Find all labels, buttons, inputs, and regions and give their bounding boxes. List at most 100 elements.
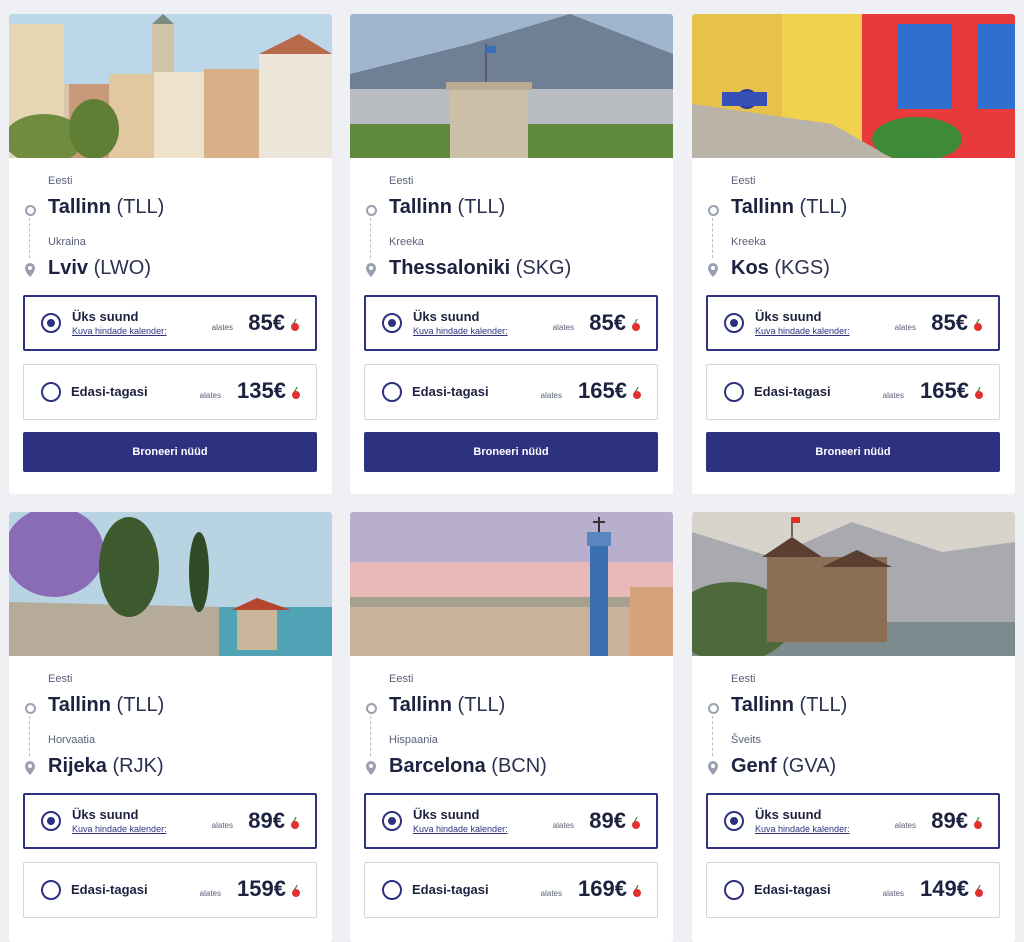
one-way-price: 85€ <box>589 310 626 335</box>
price-calendar-link[interactable]: Kuva hindade kalender: <box>72 326 167 336</box>
destination-country: Kreeka <box>731 236 766 248</box>
price-from-label: alates <box>894 323 916 332</box>
price-from-label: alates <box>211 821 233 830</box>
return-radio[interactable] <box>41 880 61 900</box>
destination-card-barcelona: Eesti Tallinn (TLL) Hispaania Barcelona … <box>350 512 673 942</box>
return-option[interactable]: Edasi-tagasi alates 165€ <box>364 364 658 420</box>
origin-code: (TLL) <box>457 694 506 716</box>
return-option[interactable]: Edasi-tagasi alates 169€ <box>364 862 658 918</box>
book-now-button[interactable]: Broneeri nüüd <box>706 432 1000 472</box>
one-way-option[interactable]: Üks suund Kuva hindade kalender: alates … <box>364 793 658 849</box>
book-now-button[interactable]: Broneeri nüüd <box>23 432 317 472</box>
destination-card-lviv: Eesti Tallinn (TLL) Ukraina Lviv (LWO) Ü… <box>9 14 332 494</box>
destination-country: Hispaania <box>389 734 438 746</box>
price-from-label: alates <box>540 391 562 400</box>
return-option[interactable]: Edasi-tagasi alates 135€ <box>23 364 317 420</box>
route-info: Eesti Tallinn (TLL) Ukraina Lviv (LWO) <box>9 158 332 296</box>
one-way-label: Üks suund <box>72 309 139 324</box>
price-calendar-link[interactable]: Kuva hindade kalender: <box>413 326 508 336</box>
route-info: Eesti Tallinn (TLL) Kreeka Thessaloniki … <box>350 158 673 296</box>
one-way-option[interactable]: Üks suund Kuva hindade kalender: alates … <box>364 295 658 351</box>
cherry-icon <box>291 817 299 829</box>
origin-country: Eesti <box>48 673 73 685</box>
price-calendar-link[interactable]: Kuva hindade kalender: <box>413 824 508 834</box>
cherry-icon <box>632 319 640 331</box>
origin-country: Eesti <box>389 673 414 685</box>
price-from-label: alates <box>882 889 904 898</box>
return-option[interactable]: Edasi-tagasi alates 149€ <box>706 862 1000 918</box>
origin-city-name: Tallinn <box>48 196 111 218</box>
return-price: 169€ <box>578 876 627 901</box>
destination-photo-barcelona <box>350 512 673 656</box>
destination-city: Genf (GVA) <box>731 755 836 778</box>
return-price: 165€ <box>920 378 969 403</box>
one-way-radio[interactable] <box>382 811 402 831</box>
origin-code: (TLL) <box>799 196 848 218</box>
destination-code: (SKG) <box>515 257 572 279</box>
destination-photo-thessaloniki <box>350 14 673 158</box>
origin-city: Tallinn (TLL) <box>389 196 505 219</box>
origin-city-name: Tallinn <box>48 694 111 716</box>
destination-card-thessaloniki: Eesti Tallinn (TLL) Kreeka Thessaloniki … <box>350 14 673 494</box>
return-radio[interactable] <box>724 880 744 900</box>
return-label: Edasi-tagasi <box>412 384 489 399</box>
one-way-radio[interactable] <box>41 811 61 831</box>
one-way-label: Üks suund <box>755 309 822 324</box>
location-pin-icon <box>366 263 376 277</box>
route-info: Eesti Tallinn (TLL) Hispaania Barcelona … <box>350 656 673 794</box>
one-way-radio[interactable] <box>382 313 402 333</box>
one-way-option[interactable]: Üks suund Kuva hindade kalender: alates … <box>23 295 317 351</box>
location-pin-icon <box>708 263 718 277</box>
return-radio[interactable] <box>724 382 744 402</box>
price-from-label: alates <box>211 323 233 332</box>
cherry-icon <box>975 885 983 897</box>
one-way-option[interactable]: Üks suund Kuva hindade kalender: alates … <box>23 793 317 849</box>
price-from-label: alates <box>199 391 221 400</box>
one-way-option[interactable]: Üks suund Kuva hindade kalender: alates … <box>706 793 1000 849</box>
route-info: Eesti Tallinn (TLL) Horvaatia Rijeka (RJ… <box>9 656 332 794</box>
destination-city: Barcelona (BCN) <box>389 755 547 778</box>
return-price: 149€ <box>920 876 969 901</box>
price-from-label: alates <box>540 889 562 898</box>
one-way-label: Üks suund <box>755 807 822 822</box>
cherry-icon <box>292 387 300 399</box>
price-calendar-link[interactable]: Kuva hindade kalender: <box>755 824 850 834</box>
one-way-radio[interactable] <box>41 313 61 333</box>
return-option[interactable]: Edasi-tagasi alates 159€ <box>23 862 317 918</box>
destination-photo-lviv <box>9 14 332 158</box>
cherry-icon <box>633 885 641 897</box>
destination-city-name: Barcelona <box>389 755 486 777</box>
destination-photo-kos <box>692 14 1015 158</box>
destination-city-name: Kos <box>731 257 769 279</box>
destination-country: Kreeka <box>389 236 424 248</box>
origin-city-name: Tallinn <box>731 694 794 716</box>
return-option[interactable]: Edasi-tagasi alates 165€ <box>706 364 1000 420</box>
return-price: 165€ <box>578 378 627 403</box>
book-now-button[interactable]: Broneeri nüüd <box>364 432 658 472</box>
destination-code: (LWO) <box>93 257 151 279</box>
origin-city-name: Tallinn <box>389 694 452 716</box>
route-connector <box>712 716 713 756</box>
one-way-label: Üks suund <box>72 807 139 822</box>
destination-code: (RJK) <box>112 755 164 777</box>
price-calendar-link[interactable]: Kuva hindade kalender: <box>72 824 167 834</box>
one-way-price: 85€ <box>248 310 285 335</box>
location-pin-icon <box>708 761 718 775</box>
return-radio[interactable] <box>382 880 402 900</box>
destination-country: Šveits <box>731 734 761 746</box>
price-calendar-link[interactable]: Kuva hindade kalender: <box>755 326 850 336</box>
destination-city-name: Genf <box>731 755 777 777</box>
one-way-price: 89€ <box>248 808 285 833</box>
origin-circle-icon <box>25 205 36 216</box>
destination-code: (KGS) <box>774 257 830 279</box>
return-radio[interactable] <box>382 382 402 402</box>
one-way-radio[interactable] <box>724 313 744 333</box>
route-info: Eesti Tallinn (TLL) Šveits Genf (GVA) <box>692 656 1015 794</box>
one-way-radio[interactable] <box>724 811 744 831</box>
return-radio[interactable] <box>41 382 61 402</box>
origin-code: (TLL) <box>116 694 165 716</box>
origin-code: (TLL) <box>457 196 506 218</box>
cherry-icon <box>974 319 982 331</box>
one-way-option[interactable]: Üks suund Kuva hindade kalender: alates … <box>706 295 1000 351</box>
route-connector <box>370 716 371 756</box>
